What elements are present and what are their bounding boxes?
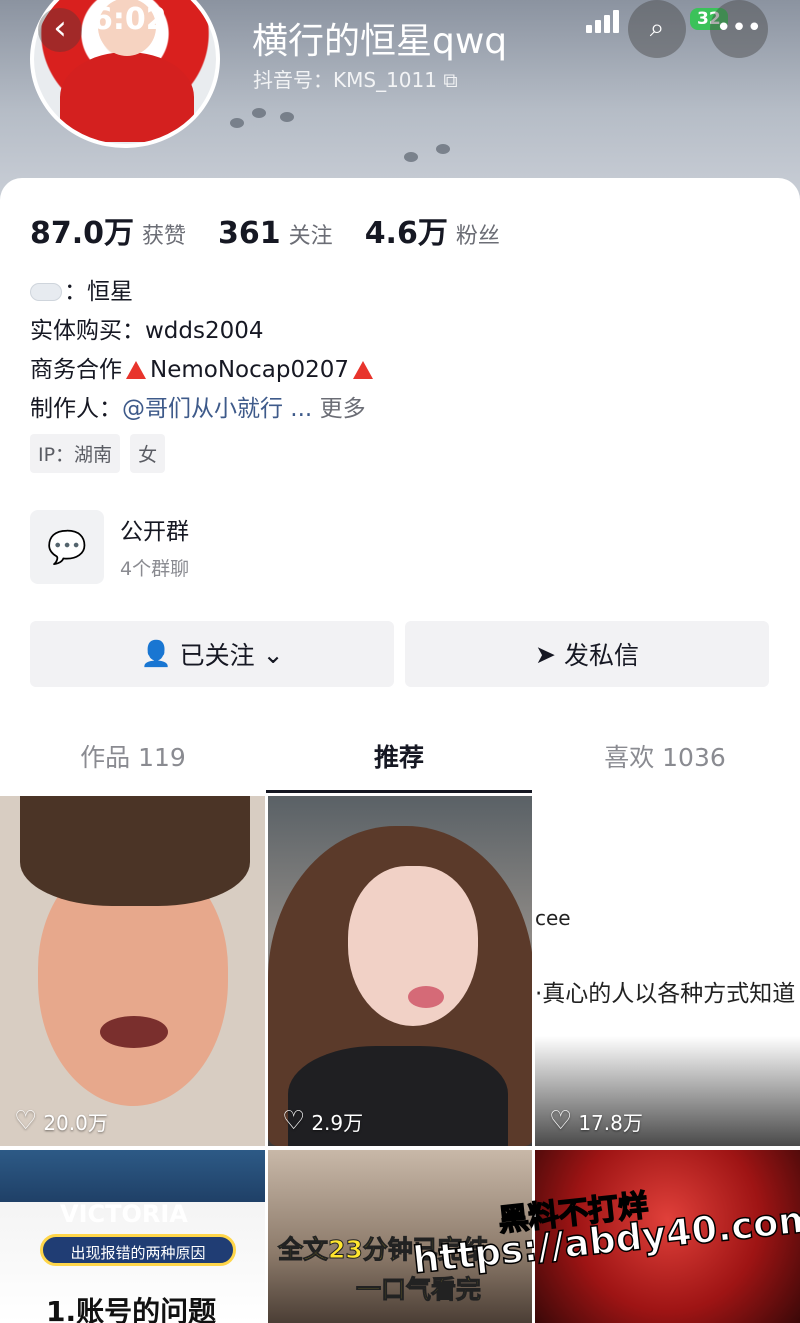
paw-print-decoration [404,152,418,162]
video-likes: ♡ 20.0万 [14,1106,108,1136]
profile-name: 横行的恒星qwq [252,21,508,62]
following-button[interactable]: 👤 已关注 ⌄ [30,621,394,687]
likes-count: 87.0万 [30,216,135,251]
tab-likes[interactable]: 喜欢 1036 [532,738,798,774]
send-icon: ➤ [535,639,556,669]
avatar-coat [60,52,194,142]
paw-print-decoration [230,118,244,128]
send-message-button[interactable]: ➤ 发私信 [405,621,769,687]
douyin-id[interactable]: 抖音号：KMS_1011 ⧉ [253,64,458,93]
heart-icon: ♡ [282,1106,306,1136]
group-title[interactable]: 公开群 [120,512,189,546]
paw-print-decoration [252,108,266,118]
paw-print-decoration [436,144,450,154]
bio-line-1: ：恒星 [30,272,133,306]
heart-icon: ♡ [549,1106,573,1136]
user-check-icon: 👤 [140,639,172,668]
thumbnail-lips [408,986,444,1008]
video-thumbnail-4[interactable]: VICTORIA 出现报错的两种原因 1.账号的问题 [0,1150,265,1323]
profile-header-background: ‹ 6:02 横行的恒星qwq 抖音号：KMS_1011 ⧉ ⌕ 32 ••• [0,0,800,200]
thumbnail-banner: VICTORIA [60,1200,188,1228]
chevron-down-icon: ⌄ [262,639,284,669]
search-button[interactable]: ⌕ [628,0,686,58]
followers-label[interactable]: 粉丝 [456,218,500,250]
gender-tag: 女 [130,434,166,473]
warning-triangle-icon [126,361,146,379]
producer-link[interactable]: @哥们从小就行 ... [122,396,312,422]
profile-tags: IP：湖南 女 [30,434,166,473]
video-thumbnail-2[interactable]: ♡ 2.9万 [268,796,532,1146]
video-likes: ♡ 17.8万 [549,1106,643,1136]
thumbnail-title: 1.账号的问题 [46,1295,217,1323]
tab-works[interactable]: 作品 119 [0,738,266,774]
more-options-button[interactable]: ••• [710,0,768,58]
likes-label: 获赞 [142,224,187,249]
bio-line-3: 商务合作 NemoNocap0207 [30,350,377,384]
stats-row: 87.0万 获赞 361 关注 4.6万 粉丝 [30,208,532,252]
bio-more-link[interactable]: 更多 [320,396,366,422]
chevron-left-icon: ‹ [53,8,67,48]
bio-line-2: 实体购买：wdds2004 [30,318,264,344]
thumbnail-text: cee [535,906,571,930]
copy-icon[interactable]: ⧉ [443,68,457,92]
group-subtitle: 4个群聊 [120,558,190,580]
heart-icon: ♡ [14,1106,38,1136]
video-likes: ♡ 2.9万 [282,1106,364,1136]
search-icon: ⌕ [649,13,665,43]
tab-recommended[interactable]: 推荐 [266,738,532,774]
group-chat-icon[interactable]: 💬 [30,510,104,584]
thumbnail-hair [20,796,250,906]
thumbnail-caption: 出现报错的两种原因 [40,1234,236,1266]
warning-triangle-icon [352,361,373,379]
following-label[interactable]: 关注 [289,218,333,250]
bio-line-4: 制作人：@哥们从小就行 ... 更多 [30,396,366,422]
paw-print-decoration [280,112,294,122]
more-icon: ••• [715,13,762,43]
followers-count[interactable]: 4.6万 [365,208,448,252]
status-time: 6:02 [92,2,167,37]
cloud-icon [30,283,62,301]
video-thumbnail-1[interactable]: ♡ 20.0万 [0,796,265,1146]
content-tabs: 作品 119 推荐 喜欢 1036 [0,738,800,794]
active-tab-indicator [266,790,532,793]
following-count[interactable]: 361 [218,216,281,251]
signal-icon [586,10,622,33]
video-thumbnail-3[interactable]: cee ·真心的人以各种方式知道 ♡ 17.8万 [535,796,800,1146]
thumbnail-mouth [100,1016,168,1048]
ip-tag: IP：湖南 [30,434,121,473]
thumbnail-text: ·真心的人以各种方式知道 [535,981,796,1007]
profile-card: 87.0万 获赞 361 关注 4.6万 粉丝 ：恒星 实体购买：wdds200… [0,178,800,1323]
back-button[interactable]: ‹ [38,8,82,52]
